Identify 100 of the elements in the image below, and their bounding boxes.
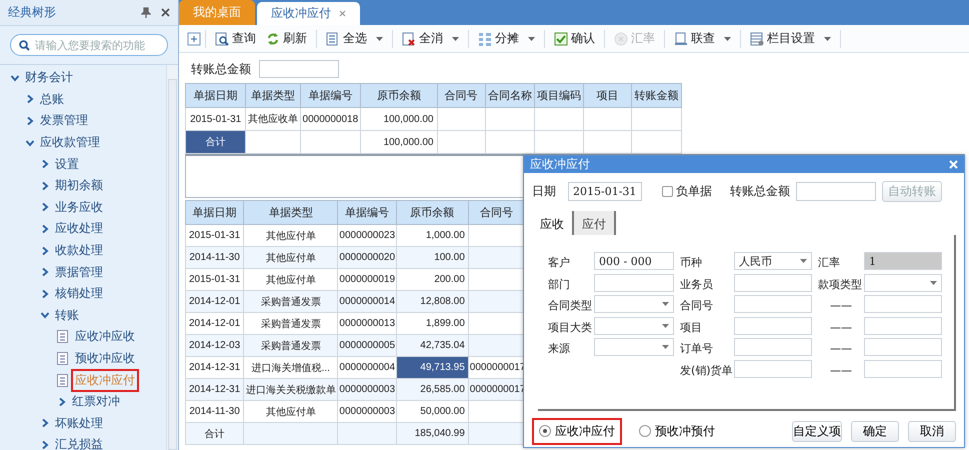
column-header[interactable]: 原币余额 [396, 200, 468, 224]
chevron-right-icon[interactable] [40, 440, 50, 450]
scrollbar[interactable] [166, 65, 178, 450]
tab[interactable]: 应付 [574, 211, 616, 235]
table-cell: 49,713.95 [396, 356, 468, 378]
radio-button[interactable]: 预收冲预付 [634, 420, 720, 442]
date-field[interactable]: 2015-01-31 [568, 182, 642, 200]
table-cell: 185,040.99 [396, 422, 468, 444]
tree-item[interactable]: 坏账处理 [53, 414, 105, 433]
input-field[interactable] [734, 295, 812, 313]
column-header[interactable]: 项目 [584, 84, 632, 108]
input-field[interactable] [864, 360, 942, 378]
chevron-right-icon[interactable] [57, 396, 67, 407]
column-header[interactable]: 合同号 [437, 84, 486, 108]
caret-icon [662, 302, 669, 306]
column-header[interactable]: 项目编码 [534, 84, 584, 108]
dialog-button[interactable]: 自定义项 [792, 420, 842, 442]
panel-title: 经典树形 [8, 4, 57, 21]
chevron-down-icon[interactable] [10, 72, 20, 83]
tree-item[interactable]: 应收冲应收 [73, 327, 137, 346]
toolbar-button[interactable]: 全选 [321, 28, 388, 48]
chevron-right-icon[interactable] [40, 418, 50, 428]
column-header[interactable]: 单据编号 [338, 200, 396, 224]
column-header[interactable]: 单据日期 [186, 200, 244, 224]
tree-item[interactable]: 票据管理 [53, 262, 105, 282]
chevron-down-icon[interactable] [25, 138, 35, 148]
field-label: 合同号 [680, 298, 714, 314]
tree-item[interactable]: 红票对冲 [70, 392, 122, 412]
close-icon[interactable] [161, 8, 170, 17]
tree-item[interactable]: 财务会计 [23, 68, 75, 88]
add-icon[interactable] [187, 32, 201, 46]
checkbox[interactable] [662, 186, 673, 196]
column-header[interactable]: 转账金额 [631, 84, 682, 108]
toolbar-button[interactable]: 确认 [549, 28, 600, 48]
close-icon[interactable] [339, 10, 346, 17]
input-field[interactable] [864, 338, 942, 356]
input-field[interactable] [864, 316, 942, 334]
table-cell: 进口海关关税缴款单 [244, 378, 338, 400]
input-field[interactable] [734, 316, 812, 334]
chevron-right-icon[interactable] [25, 116, 35, 126]
table-settings-icon [750, 32, 764, 46]
dropdown[interactable]: 人民币 [734, 252, 812, 270]
dialog-button[interactable]: 确定 [851, 420, 899, 442]
column-header[interactable]: 合同号 [468, 200, 524, 224]
input-field[interactable] [796, 182, 876, 200]
chevron-down-icon[interactable] [40, 310, 50, 320]
tree-item[interactable]: 期初余额 [53, 176, 105, 196]
tree-item[interactable]: 总账 [38, 90, 66, 109]
column-header[interactable]: 原币余额 [360, 84, 437, 108]
tab[interactable]: 应收冲应付 [257, 2, 360, 25]
tree-item[interactable]: 设置 [53, 154, 81, 174]
radio-button[interactable]: 应收冲应付 [534, 420, 620, 442]
input-field[interactable] [864, 295, 942, 313]
document-icon [57, 374, 68, 387]
search-icon [19, 40, 30, 50]
toolbar-button[interactable]: 全消 [397, 28, 464, 48]
toolbar-button[interactable]: 查询 [210, 28, 261, 48]
table-cell: 2014-11-30 [186, 246, 244, 268]
column-header[interactable]: 单据编号 [300, 84, 361, 108]
column-header[interactable]: 单据类型 [246, 84, 300, 108]
toolbar-button[interactable]: 刷新 [261, 28, 312, 48]
chevron-right-icon[interactable] [40, 224, 50, 234]
tree-item[interactable]: 发票管理 [38, 111, 90, 130]
chevron-right-icon[interactable] [40, 159, 50, 170]
toolbar-button[interactable]: 联查 [669, 28, 736, 48]
input-field[interactable] [734, 360, 812, 378]
tree-item[interactable]: 汇兑损益 [53, 435, 105, 450]
table-cell: 2014-12-01 [186, 290, 244, 312]
column-header[interactable]: 单据日期 [186, 84, 246, 108]
tree-item[interactable]: 转账 [53, 306, 81, 325]
tree-item[interactable]: 业务应收 [53, 198, 105, 217]
tree-item[interactable]: 应收处理 [53, 219, 105, 238]
chevron-right-icon[interactable] [25, 94, 35, 104]
chevron-right-icon[interactable] [40, 180, 50, 191]
input-field: 1 [864, 252, 942, 270]
chevron-right-icon[interactable] [40, 288, 50, 299]
tree-item[interactable]: 核销处理 [53, 284, 105, 304]
column-header[interactable]: 单据类型 [244, 200, 338, 224]
column-header[interactable]: 合同名称 [485, 84, 535, 108]
input-field[interactable] [594, 274, 674, 292]
dialog-button[interactable]: 取消 [908, 420, 956, 442]
table-cell: 2014-12-31 [186, 378, 244, 400]
dropdown-value: 人民币 [739, 254, 772, 268]
chevron-right-icon[interactable] [40, 202, 50, 212]
toolbar-button[interactable]: 分摊 [473, 28, 540, 48]
chevron-right-icon[interactable] [40, 246, 50, 256]
document-delete-icon [402, 32, 416, 46]
input-field[interactable]: 000 - 000 [594, 252, 674, 270]
chevron-right-icon[interactable] [40, 267, 50, 278]
tree-item[interactable]: 收款处理 [53, 241, 105, 260]
pin-icon[interactable] [141, 7, 151, 18]
document-icon [326, 32, 340, 46]
checkmark-icon [554, 32, 568, 46]
input-field[interactable] [734, 274, 812, 292]
search-field[interactable]: 请输入您要搜索的功能 [10, 34, 168, 56]
input-field[interactable] [259, 60, 339, 78]
tree-item[interactable]: 应收款管理 [38, 133, 102, 152]
toolbar-button[interactable]: 栏目设置 [745, 28, 836, 48]
tree-item[interactable]: 预收冲应收 [73, 349, 137, 368]
input-field[interactable] [734, 338, 812, 356]
